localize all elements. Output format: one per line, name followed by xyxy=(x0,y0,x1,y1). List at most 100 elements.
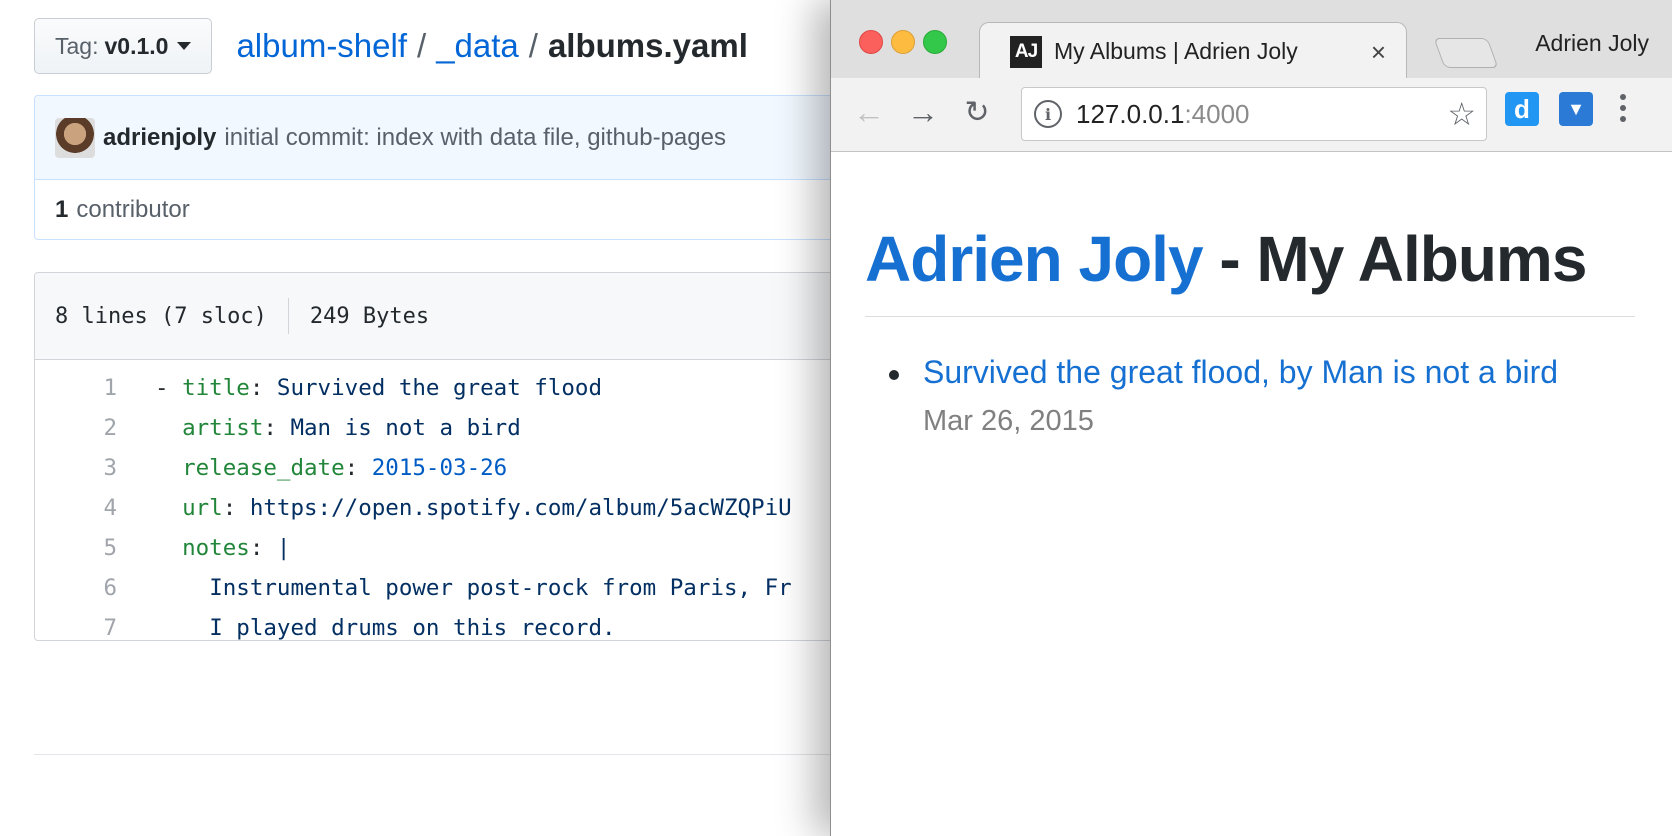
new-tab-button[interactable] xyxy=(1433,38,1499,68)
tab-my-albums[interactable]: AJ My Albums | Adrien Joly × xyxy=(979,22,1407,80)
yaml-separator: : xyxy=(263,415,291,441)
tab-strip: AJ My Albums | Adrien Joly × Adrien Joly xyxy=(831,0,1672,80)
commit-message-link[interactable]: initial commit: index with data file, gi… xyxy=(224,124,726,152)
yaml-value: I played drums on this record. xyxy=(209,615,616,641)
contributor-count: 1 xyxy=(55,196,69,223)
page-title-suffix: - My Albums xyxy=(1202,223,1587,295)
info-icon[interactable]: i xyxy=(1034,100,1062,128)
yaml-separator: : xyxy=(222,495,250,521)
code-text: - title: Survived the great flood xyxy=(117,375,602,401)
file-info-header: 8 lines (7 sloc) 249 Bytes xyxy=(35,273,933,360)
breadcrumb-repo-link[interactable]: album-shelf xyxy=(236,27,407,64)
yaml-separator: : xyxy=(249,535,277,561)
yaml-separator: : xyxy=(249,375,277,401)
tab-title: My Albums | Adrien Joly xyxy=(1054,38,1298,64)
close-window-button[interactable] xyxy=(859,30,883,54)
tag-label: Tag: xyxy=(55,32,99,59)
code-line: 5 notes: | xyxy=(35,528,933,568)
forward-arrow-icon[interactable]: → xyxy=(903,92,943,132)
caret-down-icon xyxy=(177,42,192,50)
line-number[interactable]: 3 xyxy=(35,455,117,481)
browser-window: AJ My Albums | Adrien Joly × Adrien Joly… xyxy=(830,0,1672,836)
file-size: 249 Bytes xyxy=(309,303,430,329)
latest-commit-row: adrienjoly initial commit: index with da… xyxy=(35,96,933,180)
file-content-box: 8 lines (7 sloc) 249 Bytes 1- title: Sur… xyxy=(34,272,934,641)
page-viewport: Adrien Joly - My Albums Survived the gre… xyxy=(831,152,1672,836)
line-number[interactable]: 7 xyxy=(35,615,117,640)
code-line: 7 I played drums on this record. xyxy=(35,608,933,641)
browser-toolbar: ← → ↻ i 127.0.0.1:4000 ☆ d ▼ xyxy=(831,78,1672,152)
commit-author-link[interactable]: adrienjoly xyxy=(103,124,216,152)
contributors-row[interactable]: 1 contributor xyxy=(35,180,933,239)
tab-close-icon[interactable]: × xyxy=(1371,37,1386,68)
extension-pocket-icon[interactable]: ▼ xyxy=(1559,92,1593,126)
menu-icon[interactable] xyxy=(1613,94,1633,122)
line-number[interactable]: 5 xyxy=(35,535,117,561)
code-line: 2 artist: Man is not a bird xyxy=(35,408,933,448)
bookmark-star-icon[interactable]: ☆ xyxy=(1447,95,1476,133)
yaml-value: https://open.spotify.com/album/5acWZQPiU xyxy=(249,495,792,521)
yaml-key: notes xyxy=(182,535,250,561)
line-number[interactable]: 4 xyxy=(35,495,117,521)
yaml-value: Instrumental power post-rock from Paris,… xyxy=(209,575,792,601)
page-title: Adrien Joly - My Albums xyxy=(865,222,1587,296)
code-line: 4 url: https://open.spotify.com/album/5a… xyxy=(35,488,933,528)
yaml-key: artist xyxy=(182,415,264,441)
file-line-count: 8 lines (7 sloc) xyxy=(55,303,267,329)
back-arrow-icon[interactable]: ← xyxy=(849,92,889,132)
code-indent: - xyxy=(155,375,183,401)
album-list: Survived the great flood, by Man is not … xyxy=(889,354,1558,438)
breadcrumb: album-shelf / _data / albums.yaml xyxy=(236,27,747,65)
line-number[interactable]: 6 xyxy=(35,575,117,601)
yaml-key: release_date xyxy=(182,455,345,481)
profile-button[interactable]: Adrien Joly xyxy=(1535,30,1649,57)
album-link[interactable]: Survived the great flood, by Man is not … xyxy=(923,354,1558,391)
line-number[interactable]: 2 xyxy=(35,415,117,441)
breadcrumb-separator: / xyxy=(528,27,538,64)
address-bar[interactable]: i 127.0.0.1:4000 ☆ xyxy=(1021,87,1487,141)
extension-d-icon[interactable]: d xyxy=(1505,92,1539,126)
list-item: Survived the great flood, by Man is not … xyxy=(889,354,1558,438)
commit-tease: adrienjoly initial commit: index with da… xyxy=(34,95,934,240)
breadcrumb-dir-link[interactable]: _data xyxy=(436,27,519,64)
code-line: 6 Instrumental power post-rock from Pari… xyxy=(35,568,933,608)
code-line: 1- title: Survived the great flood xyxy=(35,368,933,408)
code-text: release_date: 2015-03-26 xyxy=(117,455,507,481)
url-host: 127.0.0.1 xyxy=(1076,98,1185,129)
tag-value: v0.1.0 xyxy=(104,32,169,59)
footer-divider xyxy=(34,754,904,755)
file-navigation: Tag: v0.1.0 album-shelf / _data / albums.yam… xyxy=(34,18,748,74)
line-number[interactable]: 1 xyxy=(35,375,117,401)
yaml-separator: : xyxy=(344,455,372,481)
code-text: notes: | xyxy=(117,535,290,561)
yaml-value: Survived the great flood xyxy=(276,375,603,401)
tag-select-button[interactable]: Tag: v0.1.0 xyxy=(34,18,213,74)
avatar[interactable] xyxy=(55,117,95,158)
code-text: Instrumental power post-rock from Paris,… xyxy=(117,575,792,601)
reload-icon[interactable]: ↻ xyxy=(957,92,997,132)
yaml-value: | xyxy=(276,535,291,561)
breadcrumb-separator: / xyxy=(417,27,427,64)
yaml-value: Man is not a bird xyxy=(290,415,521,441)
contributor-label: contributor xyxy=(76,196,190,223)
yaml-key: url xyxy=(182,495,223,521)
title-divider xyxy=(865,316,1635,317)
minimize-window-button[interactable] xyxy=(891,30,915,54)
zoom-window-button[interactable] xyxy=(923,30,947,54)
url-text[interactable]: 127.0.0.1:4000 xyxy=(1076,99,1250,130)
yaml-value: 2015-03-26 xyxy=(371,455,508,481)
album-date: Mar 26, 2015 xyxy=(923,405,1094,437)
breadcrumb-file-name: albums.yaml xyxy=(547,27,748,64)
code-listing: 1- title: Survived the great flood 2 arti… xyxy=(35,360,933,641)
home-link[interactable]: Adrien Joly xyxy=(865,223,1204,295)
code-text: url: https://open.spotify.com/album/5acW… xyxy=(117,495,792,521)
code-text: artist: Man is not a bird xyxy=(117,415,521,441)
url-port: :4000 xyxy=(1184,98,1250,129)
code-line: 3 release_date: 2015-03-26 xyxy=(35,448,933,488)
